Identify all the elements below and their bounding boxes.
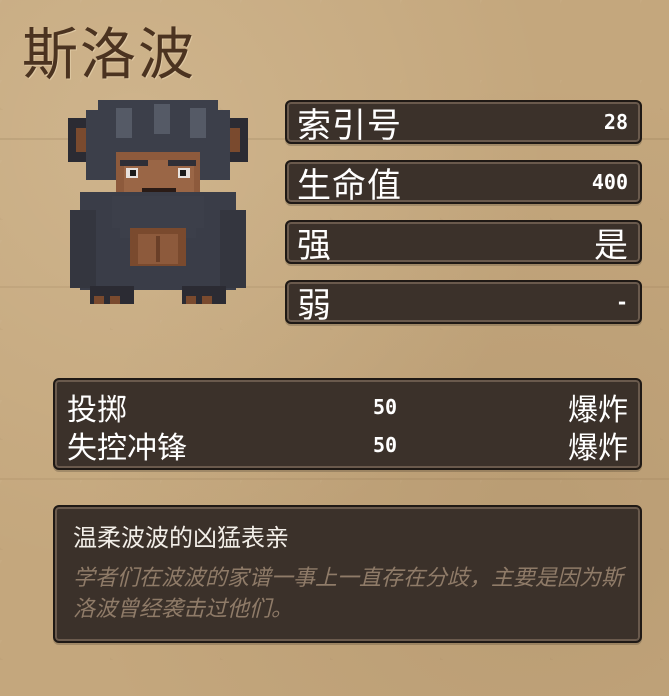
stat-value: 28 [603,110,628,134]
monster-name: 斯洛波 [22,23,196,88]
stat-label: 强 [297,225,332,266]
stat-label: 生命值 [297,165,402,206]
stat-value: - [615,290,628,314]
ability-type: 爆炸 [568,393,628,428]
ability-row: 投掷 50 爆炸 [67,388,628,428]
ability-row: 失控冲锋 50 爆炸 [67,426,628,466]
ability-name: 投掷 [67,393,127,428]
sloth-bear-monster-icon [68,100,248,304]
ability-power: 50 [373,395,398,419]
monster-portrait [58,100,258,310]
stat-row-strong: 强 是 [285,220,642,266]
stat-label: 弱 [297,285,332,326]
ability-type: 爆炸 [568,431,628,466]
stat-row-weak: 弱 - [285,280,642,326]
lore-text: 学者们在波波的家谱一事上一直存在分歧，主要是因为斯洛波曾经袭击过他们。 [73,566,624,622]
description-panel: 温柔波波的凶猛表亲 学者们在波波的家谱一事上一直存在分歧，主要是因为斯洛波曾经袭… [53,505,642,643]
ability-name: 失控冲锋 [67,431,187,466]
stat-row-hp: 生命值 400 [285,160,642,206]
parchment-crease [0,478,669,480]
stat-label: 索引号 [297,105,402,146]
stat-value: 400 [591,170,628,194]
stat-value: 是 [594,225,628,266]
ability-power: 50 [373,433,398,457]
flavor-text: 温柔波波的凶猛表亲 [73,524,289,552]
stat-row-index: 索引号 28 [285,100,642,146]
abilities-panel: 投掷 50 爆炸 失控冲锋 50 爆炸 [53,378,642,470]
